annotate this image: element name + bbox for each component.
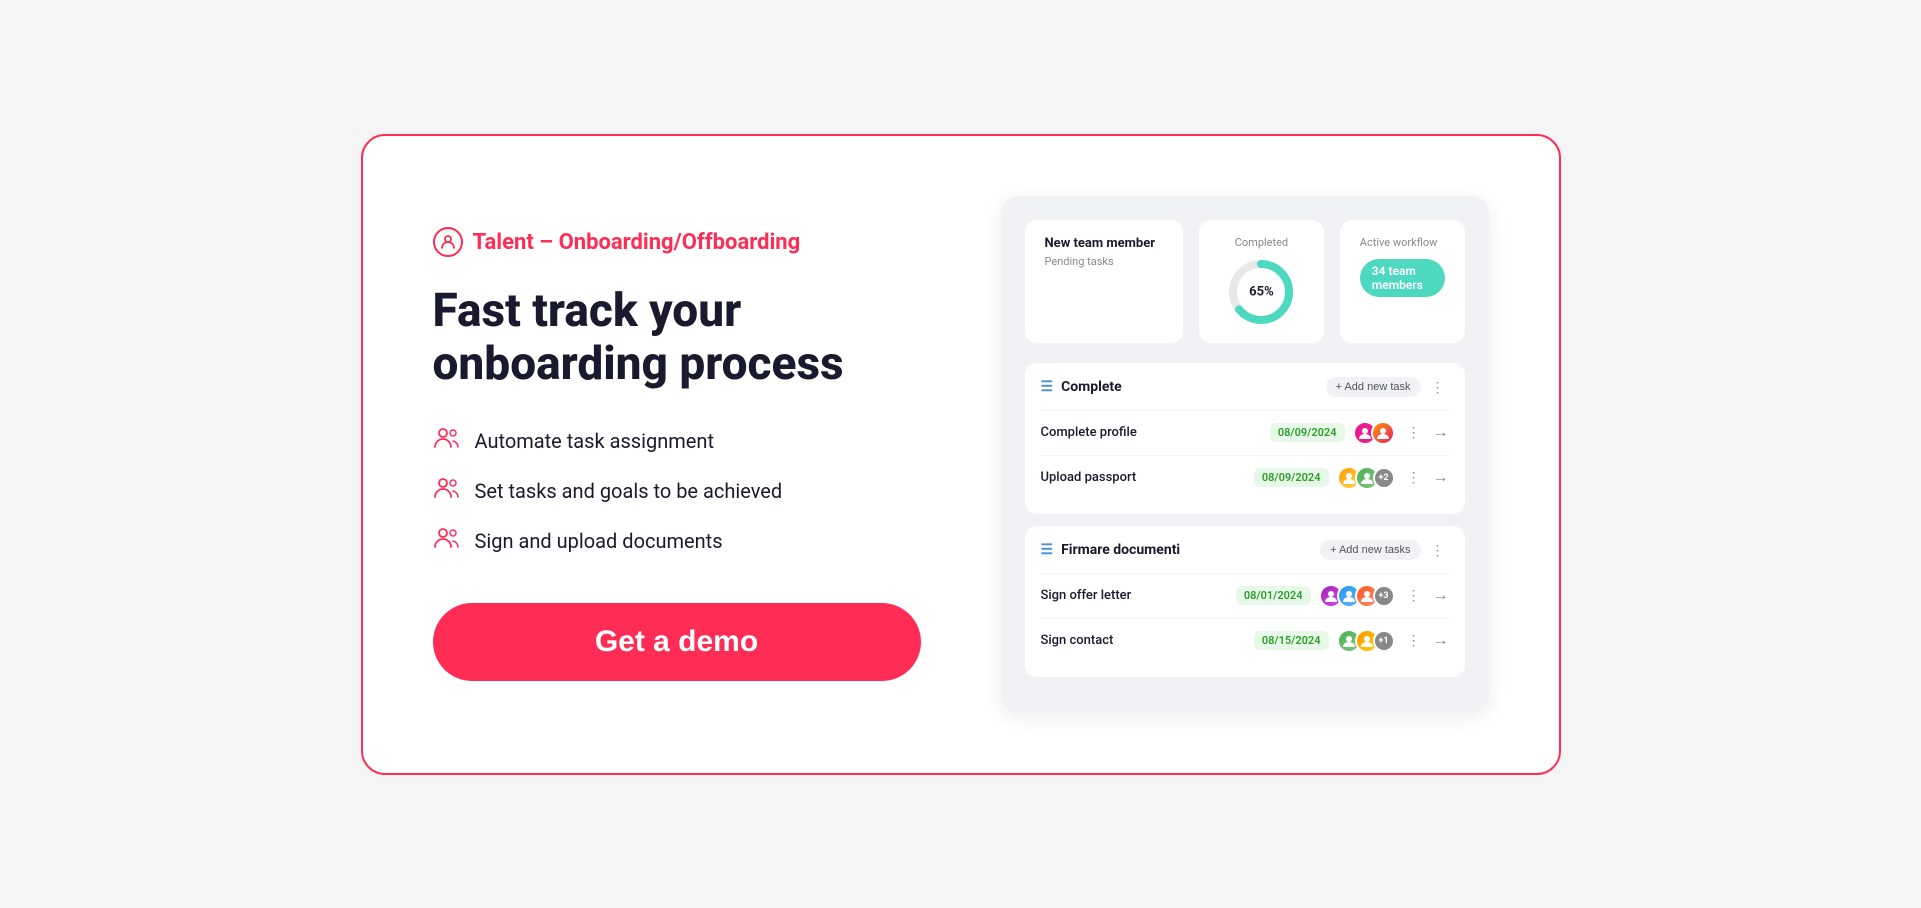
list-icon-2: ☰ [1041,542,1054,558]
add-task-btn-2[interactable]: + Add new tasks [1320,540,1420,560]
date-badge-4: 08/15/2024 [1254,631,1329,650]
firmare-section-title: ☰ Firmare documenti [1041,542,1181,558]
task-name-complete-profile: Complete profile [1041,425,1137,440]
completed-card: Completed 65% [1199,220,1324,343]
task-name-sign-offer: Sign offer letter [1041,588,1132,603]
task-actions-3: 08/01/2024 +3 [1236,584,1449,608]
firmare-section: ☰ Firmare documenti + Add new tasks ⋮ Si… [1025,526,1465,677]
avatar-count-2: +2 [1373,467,1395,489]
task-actions-2: 08/09/2024 +2 ⋮ → [1254,466,1449,490]
people-icon-3 [433,527,461,555]
task-more-btn-2[interactable]: ⋮ [1403,467,1425,488]
avatar-1b [1371,421,1395,445]
people-icon-1 [433,427,461,455]
task-arrow-btn-2[interactable]: → [1433,469,1449,487]
completed-label: Completed [1235,236,1288,249]
task-arrow-btn-1[interactable]: → [1433,424,1449,442]
more-btn-1[interactable]: ⋮ [1427,377,1449,398]
task-name-upload-passport: Upload passport [1041,470,1137,485]
avatars-4: +1 [1337,629,1395,653]
avatars-3: +3 [1319,584,1395,608]
feature-goals: Set tasks and goals to be achieved [433,477,921,505]
task-row-upload-passport: Upload passport 08/09/2024 +2 ⋮ [1041,455,1449,500]
complete-actions: + Add new task ⋮ [1326,377,1449,398]
task-more-btn-4[interactable]: ⋮ [1403,630,1425,651]
team-member-card: New team member Pending tasks [1025,220,1184,343]
add-task-btn-1[interactable]: + Add new task [1326,377,1421,397]
active-workflow-card: Active workflow 34 team members [1340,220,1465,343]
main-card: Talent – Onboarding/Offboarding Fast tra… [361,134,1561,775]
stats-row: New team member Pending tasks Completed … [1025,220,1465,343]
task-more-btn-1[interactable]: ⋮ [1403,422,1425,443]
people-icon-2 [433,477,461,505]
feature-docs: Sign and upload documents [433,527,921,555]
task-arrow-btn-4[interactable]: → [1433,632,1449,650]
task-row-sign-contact: Sign contact 08/15/2024 +1 ⋮ [1041,618,1449,663]
get-demo-button[interactable]: Get a demo [433,603,921,681]
date-badge-3: 08/01/2024 [1236,586,1311,605]
feature-automate: Automate task assignment [433,427,921,455]
more-btn-2[interactable]: ⋮ [1427,540,1449,561]
team-member-label: New team member [1045,236,1164,251]
task-arrow-btn-3[interactable]: → [1433,587,1449,605]
complete-section-title: ☰ Complete [1041,379,1122,395]
task-name-sign-contact: Sign contact [1041,633,1114,648]
active-workflow-label: Active workflow [1360,236,1445,249]
date-badge-1: 08/09/2024 [1270,423,1345,442]
donut-chart: 65% [1226,257,1296,327]
avatars-2: +2 [1337,466,1395,490]
complete-section-header: ☰ Complete + Add new task ⋮ [1041,377,1449,398]
task-actions-4: 08/15/2024 +1 ⋮ → [1254,629,1449,653]
task-more-btn-3[interactable]: ⋮ [1403,585,1425,606]
task-actions-1: 08/09/2024 ⋮ → [1270,421,1449,445]
brand-icon [433,227,463,257]
right-panel: New team member Pending tasks Completed … [1001,196,1489,713]
donut-pct: 65% [1249,284,1274,299]
team-badge: 34 team members [1360,259,1445,297]
left-panel: Talent – Onboarding/Offboarding Fast tra… [433,227,921,681]
feature-list: Automate task assignment Set tasks and g… [433,427,921,555]
avatars-1 [1353,421,1395,445]
hero-heading: Fast track your onboarding process [433,285,921,391]
task-row-complete-profile: Complete profile 08/09/2024 ⋮ → [1041,410,1449,455]
avatar-count-4: +1 [1373,630,1395,652]
app-mockup: New team member Pending tasks Completed … [1001,196,1489,713]
firmare-actions: + Add new tasks ⋮ [1320,540,1448,561]
firmare-section-header: ☰ Firmare documenti + Add new tasks ⋮ [1041,540,1449,561]
list-icon-1: ☰ [1041,379,1054,395]
pending-label: Pending tasks [1045,255,1164,268]
task-row-sign-offer: Sign offer letter 08/01/2024 [1041,573,1449,618]
date-badge-2: 08/09/2024 [1254,468,1329,487]
brand-title: Talent – Onboarding/Offboarding [433,227,921,257]
complete-section: ☰ Complete + Add new task ⋮ Complete pro… [1025,363,1465,514]
avatar-count-3: +3 [1373,585,1395,607]
